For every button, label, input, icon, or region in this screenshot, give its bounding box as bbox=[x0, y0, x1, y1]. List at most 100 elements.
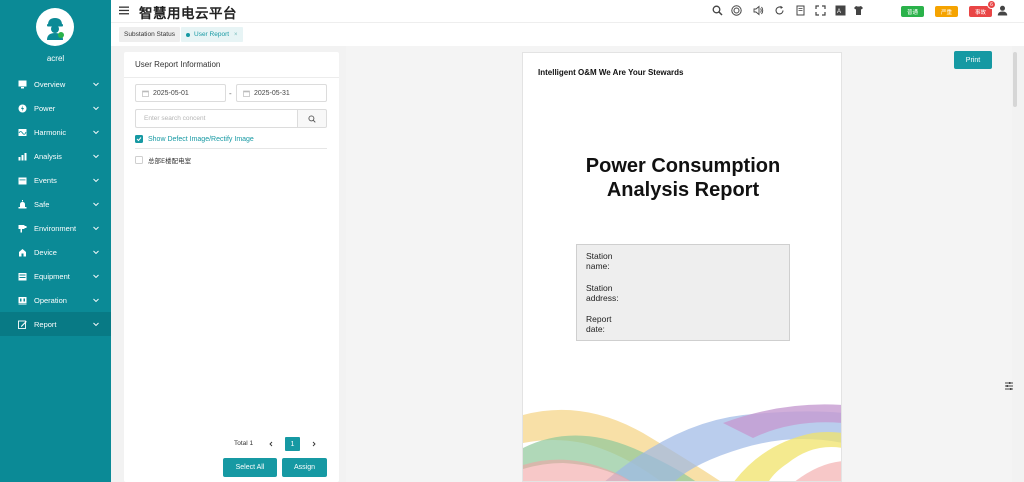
decorative-waves-graphic bbox=[523, 404, 841, 481]
sidebar-item-label: Harmonic bbox=[34, 127, 67, 137]
station-name-label-1: Station bbox=[586, 251, 613, 261]
chevron-down-icon bbox=[93, 106, 99, 111]
pager-next-button[interactable] bbox=[309, 438, 319, 449]
status-badge-normal[interactable]: 普通 bbox=[901, 6, 925, 17]
manual-book-icon[interactable] bbox=[795, 5, 806, 16]
tab-label: Substation Status bbox=[124, 31, 175, 38]
chevron-right-icon bbox=[312, 441, 316, 446]
harmonic-icon bbox=[18, 128, 27, 137]
sidebar-item-label: Safe bbox=[34, 199, 50, 209]
hamburger-menu-icon[interactable] bbox=[119, 6, 129, 15]
volume-icon[interactable] bbox=[753, 5, 764, 16]
station-address-label-2: address: bbox=[586, 293, 619, 303]
sidebar-item-label: Equipment bbox=[34, 271, 70, 281]
checkbox-label: Show Defect Image/Rectify Image bbox=[148, 135, 254, 143]
calendar-icon bbox=[243, 90, 250, 97]
device-icon bbox=[18, 248, 27, 257]
sidebar-item-power[interactable]: Power bbox=[0, 96, 111, 120]
power-icon bbox=[18, 104, 27, 113]
end-date-value: 2025-05-31 bbox=[254, 89, 290, 97]
text-size-icon[interactable]: A bbox=[835, 5, 846, 16]
search-input[interactable] bbox=[135, 109, 297, 128]
calendar-icon bbox=[18, 176, 27, 185]
sidebar-item-device[interactable]: Device bbox=[0, 240, 111, 264]
app-root: acrel Overview Power Harmonic Analysis E… bbox=[0, 0, 1024, 482]
sidebar-item-label: Events bbox=[34, 175, 57, 185]
date-separator: - bbox=[229, 89, 232, 98]
chevron-down-icon bbox=[93, 154, 99, 159]
chevron-down-icon bbox=[93, 250, 99, 255]
sidebar-item-label: Device bbox=[34, 247, 57, 257]
sidebar-item-overview[interactable]: Overview bbox=[0, 72, 111, 96]
svg-text:A: A bbox=[837, 9, 841, 15]
user-icon[interactable] bbox=[997, 5, 1008, 16]
chevron-down-icon bbox=[93, 322, 99, 327]
sidebar: acrel Overview Power Harmonic Analysis E… bbox=[0, 0, 111, 482]
report-date-label-2: date: bbox=[586, 324, 605, 334]
pager-prev-button[interactable] bbox=[266, 438, 276, 449]
chevron-down-icon bbox=[93, 130, 99, 135]
report-title-line-1: Power Consumption bbox=[585, 155, 781, 177]
username: acrel bbox=[46, 54, 65, 63]
settings-sliders-icon[interactable] bbox=[1003, 380, 1015, 392]
station-info-box: Station name: Station address: Report da… bbox=[576, 244, 790, 341]
sidebar-item-label: Analysis bbox=[34, 151, 62, 161]
sidebar-item-equipment[interactable]: Equipment bbox=[0, 264, 111, 288]
select-all-button[interactable]: Select All bbox=[223, 458, 277, 477]
equipment-icon bbox=[18, 272, 27, 281]
sidebar-item-harmonic[interactable]: Harmonic bbox=[0, 120, 111, 144]
start-date-value: 2025-05-01 bbox=[153, 89, 189, 97]
report-slogan: Intelligent O&M We Are Your Stewards bbox=[538, 68, 684, 77]
sidebar-item-safe[interactable]: Safe bbox=[0, 192, 111, 216]
divider bbox=[135, 148, 327, 149]
checkbox-unchecked-icon bbox=[135, 156, 143, 164]
sidebar-item-report[interactable]: Report bbox=[0, 312, 111, 336]
edit-icon bbox=[18, 320, 27, 329]
sidebar-item-label: Environment bbox=[34, 223, 77, 233]
station-item-checkbox[interactable]: 总部E楼配电室 bbox=[135, 155, 191, 165]
checkbox-checked-icon bbox=[135, 135, 143, 143]
tab-label: User Report bbox=[194, 31, 230, 38]
status-badge-severe[interactable]: 严重 bbox=[935, 6, 959, 17]
sidebar-item-label: Report bbox=[34, 319, 57, 329]
sidebar-item-environment[interactable]: Environment bbox=[0, 216, 111, 240]
refresh-icon[interactable] bbox=[774, 5, 785, 16]
tab-substation-status[interactable]: Substation Status bbox=[119, 27, 180, 42]
station-name-label-2: name: bbox=[586, 261, 610, 271]
end-date-picker[interactable]: 2025-05-31 bbox=[236, 84, 327, 102]
top-bar: 智慧用电云平台 bbox=[111, 0, 1024, 22]
assign-button[interactable]: Assign bbox=[282, 458, 327, 477]
notification-count-badge: 6 bbox=[987, 0, 996, 9]
support-icon[interactable] bbox=[731, 5, 742, 16]
chevron-down-icon bbox=[93, 202, 99, 207]
report-paper: Intelligent O&M We Are Your Stewards Pow… bbox=[522, 52, 842, 482]
avatar[interactable] bbox=[36, 8, 74, 46]
show-defect-image-checkbox[interactable]: Show Defect Image/Rectify Image bbox=[135, 135, 254, 143]
sidebar-item-label: Power bbox=[34, 103, 56, 113]
search-icon bbox=[308, 114, 316, 123]
station-address-label-1: Station bbox=[586, 283, 613, 293]
print-button[interactable]: Print bbox=[954, 51, 992, 69]
start-date-picker[interactable]: 2025-05-01 bbox=[135, 84, 226, 102]
search-button[interactable] bbox=[297, 109, 327, 128]
sidebar-item-events[interactable]: Events bbox=[0, 168, 111, 192]
fullscreen-icon[interactable] bbox=[815, 5, 826, 16]
alarm-icon bbox=[18, 199, 27, 209]
monitor-icon bbox=[18, 80, 27, 89]
calendar-icon bbox=[142, 90, 149, 97]
sidebar-nav: Overview Power Harmonic Analysis Events bbox=[0, 72, 111, 336]
engineer-avatar-icon bbox=[47, 18, 64, 40]
sidebar-item-analysis[interactable]: Analysis bbox=[0, 144, 111, 168]
chevron-down-icon bbox=[93, 298, 99, 303]
search-icon[interactable] bbox=[712, 5, 723, 16]
close-icon[interactable]: × bbox=[234, 32, 238, 38]
tabs-bar: Substation Status User Report × bbox=[111, 22, 1024, 46]
chevron-down-icon bbox=[93, 274, 99, 279]
pager-page-current[interactable]: 1 bbox=[285, 437, 300, 451]
sidebar-item-operation[interactable]: Operation bbox=[0, 288, 111, 312]
tab-user-report[interactable]: User Report × bbox=[181, 27, 243, 42]
app-title: 智慧用电云平台 bbox=[139, 6, 237, 22]
theme-shirt-icon[interactable] bbox=[853, 5, 864, 16]
active-dot-icon bbox=[186, 32, 190, 37]
vertical-scrollbar[interactable] bbox=[1013, 52, 1017, 107]
